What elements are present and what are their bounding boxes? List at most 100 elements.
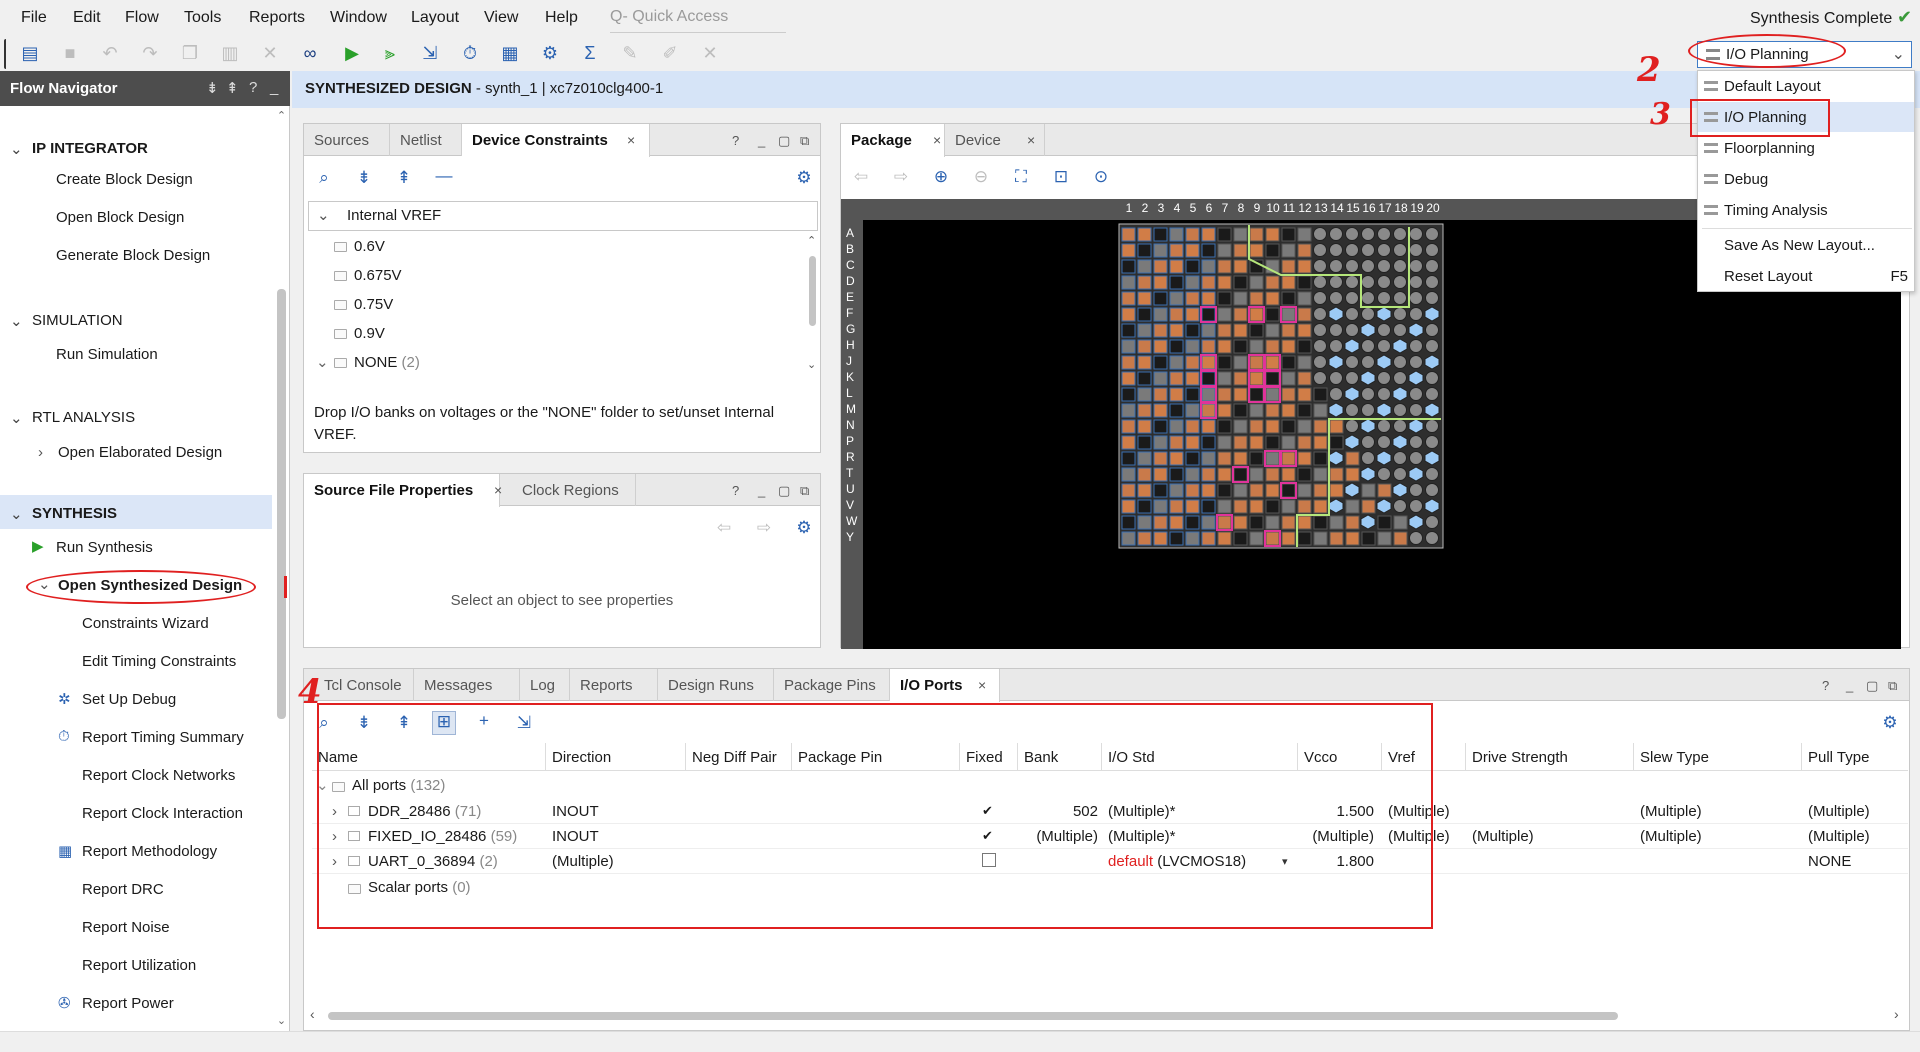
square-pin[interactable] xyxy=(1217,307,1232,322)
square-pin[interactable] xyxy=(1137,323,1152,338)
square-pin[interactable] xyxy=(1185,339,1200,354)
round-pin[interactable] xyxy=(1313,355,1327,369)
square-pin[interactable] xyxy=(1265,323,1280,338)
round-pin[interactable] xyxy=(1377,419,1391,433)
square-pin[interactable] xyxy=(1297,467,1312,482)
square-pin[interactable] xyxy=(1281,403,1296,418)
close-tab-icon[interactable]: × xyxy=(978,677,986,693)
square-pin[interactable] xyxy=(1281,451,1296,466)
square-pin[interactable] xyxy=(1217,355,1232,370)
remove-icon[interactable]: — xyxy=(432,166,456,186)
round-pin[interactable] xyxy=(1329,323,1343,337)
round-pin[interactable] xyxy=(1345,275,1359,289)
layout-option-floorplanning[interactable]: Floorplanning xyxy=(1698,133,1914,163)
round-pin[interactable] xyxy=(1393,275,1407,289)
round-pin[interactable] xyxy=(1345,307,1359,321)
square-pin[interactable] xyxy=(1233,451,1248,466)
square-pin[interactable] xyxy=(1169,483,1184,498)
square-pin[interactable] xyxy=(1201,307,1216,322)
square-pin[interactable] xyxy=(1233,531,1248,546)
binoculars-icon[interactable]: ∞ xyxy=(298,41,322,65)
layout-reset[interactable]: Reset Layout F5 xyxy=(1698,261,1914,291)
square-pin[interactable] xyxy=(1137,467,1152,482)
square-pin[interactable] xyxy=(1121,451,1136,466)
square-pin[interactable] xyxy=(1265,531,1280,546)
square-pin[interactable] xyxy=(1121,419,1136,434)
square-pin[interactable] xyxy=(1393,515,1408,530)
square-pin[interactable] xyxy=(1201,275,1216,290)
square-pin[interactable] xyxy=(1201,227,1216,242)
square-pin[interactable] xyxy=(1265,387,1280,402)
square-pin[interactable] xyxy=(1201,387,1216,402)
round-pin[interactable] xyxy=(1409,291,1423,305)
square-pin[interactable] xyxy=(1153,515,1168,530)
chevron-down-icon[interactable]: ⌄ xyxy=(10,409,23,427)
nav-report-clock-networks[interactable]: Report Clock Networks xyxy=(82,767,235,784)
round-pin[interactable] xyxy=(1409,339,1423,353)
menu-reports[interactable]: Reports xyxy=(249,9,305,27)
round-pin[interactable] xyxy=(1329,291,1343,305)
square-pin[interactable] xyxy=(1233,355,1248,370)
round-pin[interactable] xyxy=(1425,243,1439,257)
round-pin[interactable] xyxy=(1377,371,1391,385)
square-pin[interactable] xyxy=(1185,323,1200,338)
nav-create-block-design[interactable]: Create Block Design xyxy=(56,171,193,188)
square-pin[interactable] xyxy=(1249,435,1264,450)
square-pin[interactable] xyxy=(1201,499,1216,514)
copy-icon[interactable]: ❐ xyxy=(178,41,202,65)
square-pin[interactable] xyxy=(1297,435,1312,450)
menu-help[interactable]: Help xyxy=(545,9,578,27)
search-icon[interactable]: ⌕ xyxy=(312,168,336,188)
nav-constraints-wizard[interactable]: Constraints Wizard xyxy=(82,615,209,632)
expand-all-icon[interactable]: ⇞ xyxy=(392,168,416,188)
square-pin[interactable] xyxy=(1169,243,1184,258)
square-pin[interactable] xyxy=(1297,387,1312,402)
square-pin[interactable] xyxy=(1137,499,1152,514)
square-pin[interactable] xyxy=(1169,515,1184,530)
square-pin[interactable] xyxy=(1121,371,1136,386)
maximize-icon[interactable]: ▢ xyxy=(1866,678,1878,694)
square-pin[interactable] xyxy=(1233,435,1248,450)
round-pin[interactable] xyxy=(1377,387,1391,401)
maximize-icon[interactable]: ▢ xyxy=(778,133,790,149)
square-pin[interactable] xyxy=(1281,291,1296,306)
round-pin[interactable] xyxy=(1425,435,1439,449)
square-pin[interactable] xyxy=(1345,499,1360,514)
square-pin[interactable] xyxy=(1121,467,1136,482)
square-pin[interactable] xyxy=(1153,531,1168,546)
square-pin[interactable] xyxy=(1249,531,1264,546)
square-pin[interactable] xyxy=(1137,531,1152,546)
square-pin[interactable] xyxy=(1201,515,1216,530)
gear-icon[interactable]: ⚙ xyxy=(792,168,816,188)
square-pin[interactable] xyxy=(1153,483,1168,498)
square-pin[interactable] xyxy=(1345,451,1360,466)
section-simulation[interactable]: ⌄ SIMULATION xyxy=(10,312,123,330)
square-pin[interactable] xyxy=(1217,403,1232,418)
square-pin[interactable] xyxy=(1217,419,1232,434)
square-pin[interactable] xyxy=(1169,403,1184,418)
square-pin[interactable] xyxy=(1297,403,1312,418)
square-pin[interactable] xyxy=(1201,323,1216,338)
square-pin[interactable] xyxy=(1137,419,1152,434)
square-pin[interactable] xyxy=(1265,499,1280,514)
round-pin[interactable] xyxy=(1409,435,1423,449)
round-pin[interactable] xyxy=(1313,227,1327,241)
square-pin[interactable] xyxy=(1121,307,1136,322)
menu-edit[interactable]: Edit xyxy=(73,9,101,27)
collapse-all-icon[interactable]: ⇟ xyxy=(352,168,376,188)
square-pin[interactable] xyxy=(1201,339,1216,354)
square-pin[interactable] xyxy=(1137,275,1152,290)
paste-icon[interactable]: ▥ xyxy=(218,41,242,65)
square-pin[interactable] xyxy=(1281,435,1296,450)
menu-file[interactable]: File xyxy=(21,9,47,27)
round-pin[interactable] xyxy=(1377,435,1391,449)
tool2-icon[interactable]: ✐ xyxy=(658,41,682,65)
chevron-down-icon[interactable]: ⌄ xyxy=(10,140,23,158)
round-pin[interactable] xyxy=(1409,387,1423,401)
square-pin[interactable] xyxy=(1185,419,1200,434)
open-project-icon[interactable]: ▤ xyxy=(18,41,42,65)
square-pin[interactable] xyxy=(1249,323,1264,338)
square-pin[interactable] xyxy=(1153,403,1168,418)
square-pin[interactable] xyxy=(1265,403,1280,418)
square-pin[interactable] xyxy=(1281,483,1296,498)
